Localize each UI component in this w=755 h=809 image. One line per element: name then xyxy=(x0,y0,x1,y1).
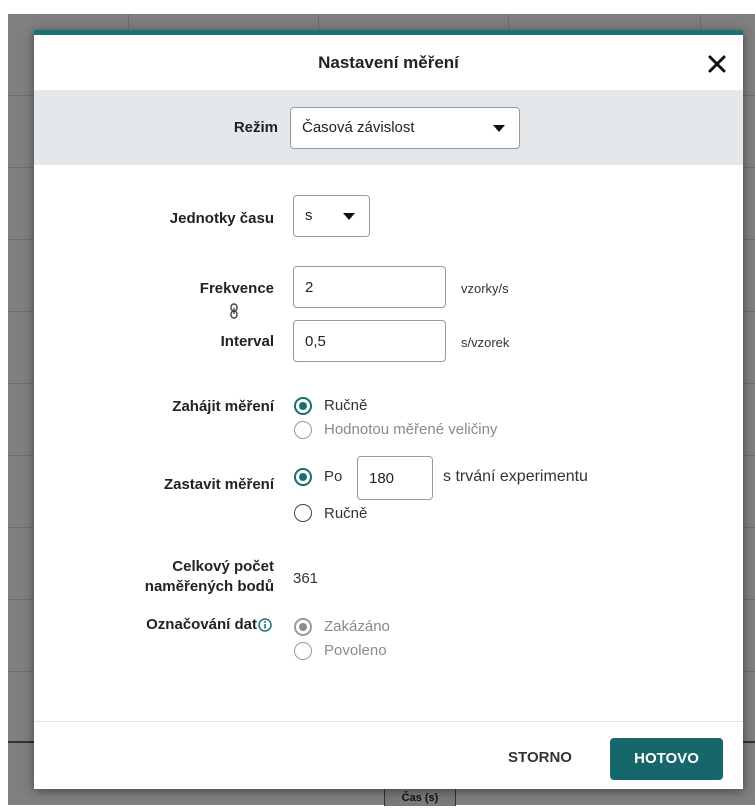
stop-after-prefix[interactable]: Po xyxy=(324,468,342,485)
dialog-title: Nastavení měření xyxy=(318,53,459,72)
mode-label: Režim xyxy=(233,119,278,136)
interval-label: Interval xyxy=(220,333,274,350)
frequency-label: Frekvence xyxy=(199,280,274,297)
interval-input[interactable] xyxy=(293,320,446,362)
measurement-settings-dialog: Nastavení měření Režim Časová závislost … xyxy=(34,30,743,789)
stop-label: Zastavit měření xyxy=(163,476,274,493)
start-threshold-label: Hodnotou měřené veličiny xyxy=(324,421,498,438)
total-points-label-line2: naměřených bodů xyxy=(144,578,274,595)
start-threshold-radio xyxy=(294,421,312,439)
marking-disabled-label: Zakázáno xyxy=(324,618,390,635)
footer-divider xyxy=(34,721,743,722)
total-points-value: 361 xyxy=(293,570,319,587)
info-icon[interactable] xyxy=(258,618,272,632)
stop-duration-input[interactable] xyxy=(357,456,433,500)
time-units-select[interactable]: s xyxy=(293,195,370,237)
start-manual-radio[interactable] xyxy=(294,397,312,415)
close-button[interactable] xyxy=(705,52,729,76)
frequency-unit: vzorky/s xyxy=(461,281,509,296)
time-units-value: s xyxy=(305,207,313,224)
link-icon[interactable] xyxy=(228,303,240,319)
frequency-input[interactable] xyxy=(293,266,446,308)
marking-enabled-label: Povoleno xyxy=(324,642,387,659)
start-manual-label[interactable]: Ručně xyxy=(324,397,367,414)
background-column-header: Čas (s) xyxy=(384,786,456,806)
stop-manual-radio[interactable] xyxy=(294,504,312,522)
data-marking-label: Označování dat xyxy=(146,616,257,633)
close-icon xyxy=(708,55,726,73)
marking-enabled-radio xyxy=(294,642,312,660)
time-units-label: Jednotky času xyxy=(169,210,274,227)
stop-after-radio[interactable] xyxy=(294,468,312,486)
mode-section: Režim Časová závislost xyxy=(34,90,743,165)
stop-after-suffix: s trvání experimentu xyxy=(443,468,588,485)
mode-select-value: Časová závislost xyxy=(302,119,415,136)
chevron-down-icon xyxy=(493,125,505,132)
total-points-label: Celkový počet naměřených bodů xyxy=(94,557,274,597)
total-points-label-line1: Celkový počet xyxy=(172,558,274,575)
mode-select[interactable]: Časová závislost xyxy=(290,107,520,149)
chevron-down-icon xyxy=(343,213,355,220)
cancel-button[interactable]: STORNO xyxy=(500,738,580,778)
start-label: Zahájit měření xyxy=(172,398,274,415)
marking-disabled-radio xyxy=(294,618,312,636)
interval-unit: s/vzorek xyxy=(461,335,510,350)
done-button[interactable]: HOTOVO xyxy=(610,738,723,780)
stop-manual-label[interactable]: Ručně xyxy=(324,505,367,522)
